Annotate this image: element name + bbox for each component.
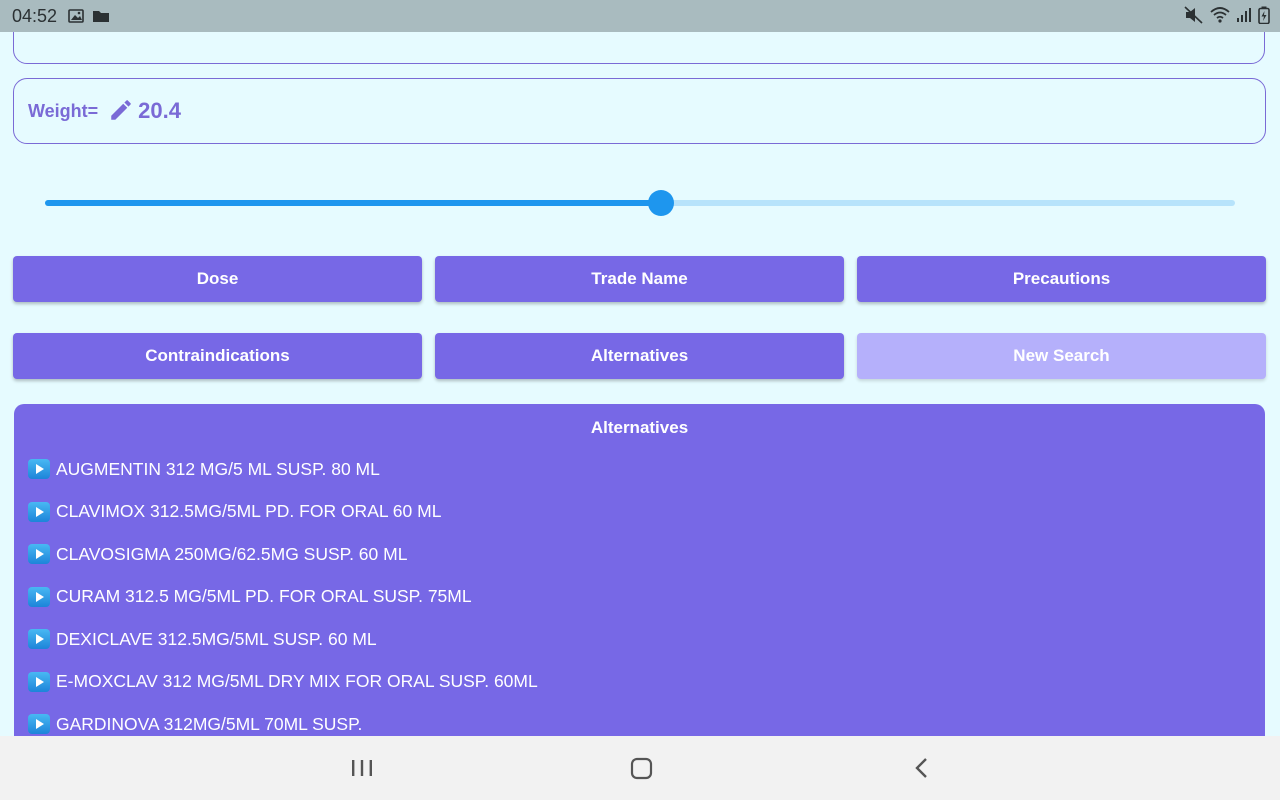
alternatives-panel: Alternatives AUGMENTIN 312 MG/5 ML SUSP.…	[14, 404, 1265, 736]
folder-icon	[92, 8, 110, 29]
weight-label: Weight=	[28, 100, 99, 121]
play-icon	[28, 544, 50, 565]
play-icon	[28, 501, 50, 522]
dose-button[interactable]: Dose	[13, 256, 422, 302]
slider-fill	[45, 200, 662, 206]
alternatives-button[interactable]: Alternatives	[435, 333, 844, 379]
list-item: DEXICLAVE 312.5MG/5ML SUSP. 60 ML	[28, 618, 1265, 661]
mute-icon	[1184, 6, 1204, 29]
image-icon	[68, 8, 84, 29]
list-item: E-MOXCLAV 312 MG/5ML DRY MIX FOR ORAL SU…	[28, 661, 1265, 704]
trade-name-button[interactable]: Trade Name	[435, 256, 844, 302]
alternatives-list: AUGMENTIN 312 MG/5 ML SUSP. 80 ML CLAVIM…	[14, 448, 1265, 736]
list-item-label: CLAVIMOX 312.5MG/5ML PD. FOR ORAL 60 ML	[56, 501, 442, 522]
battery-icon	[1258, 6, 1270, 29]
slider-thumb[interactable]	[648, 190, 675, 216]
weight-slider[interactable]	[45, 190, 1235, 216]
weight-field[interactable]: Weight= 20.4	[13, 78, 1266, 144]
list-item: CLAVIMOX 312.5MG/5ML PD. FOR ORAL 60 ML	[28, 491, 1265, 534]
play-icon	[28, 671, 50, 692]
weight-value: 20.4	[138, 98, 181, 123]
precautions-button[interactable]: Precautions	[857, 256, 1266, 302]
contraindications-button[interactable]: Contraindications	[13, 333, 422, 379]
list-item-label: AUGMENTIN 312 MG/5 ML SUSP. 80 ML	[56, 458, 380, 479]
alternatives-title: Alternatives	[590, 418, 689, 437]
recent-apps-icon[interactable]	[350, 754, 374, 787]
list-item-label: CLAVOSIGMA 250MG/62.5MG SUSP. 60 ML	[56, 543, 408, 564]
signal-icon	[1236, 6, 1252, 29]
navigation-bar	[0, 736, 1280, 800]
list-item-label: GARDINOVA 312MG/5ML 70ML SUSP.	[56, 713, 363, 734]
app-content: Weight= 20.4 Dose Trade Name Precautions…	[0, 32, 1280, 736]
list-item-label: DEXICLAVE 312.5MG/5ML SUSP. 60 ML	[56, 628, 377, 649]
status-time: 04:52	[12, 6, 58, 26]
play-icon	[28, 714, 50, 735]
play-icon	[28, 629, 50, 650]
previous-field-card	[13, 32, 1265, 64]
list-item: CLAVOSIGMA 250MG/62.5MG SUSP. 60 ML	[28, 533, 1265, 576]
list-item: CURAM 312.5 MG/5ML PD. FOR ORAL SUSP. 75…	[28, 576, 1265, 619]
list-item-label: E-MOXCLAV 312 MG/5ML DRY MIX FOR ORAL SU…	[56, 671, 538, 692]
list-item: AUGMENTIN 312 MG/5 ML SUSP. 80 ML	[28, 448, 1265, 491]
wifi-icon	[1210, 6, 1230, 29]
play-icon	[28, 459, 50, 480]
back-icon[interactable]	[910, 754, 934, 787]
new-search-button[interactable]: New Search	[857, 333, 1266, 379]
list-item: GARDINOVA 312MG/5ML 70ML SUSP.	[28, 703, 1265, 736]
pencil-icon[interactable]	[108, 97, 134, 128]
list-item-label: CURAM 312.5 MG/5ML PD. FOR ORAL SUSP. 75…	[56, 586, 472, 607]
play-icon	[28, 586, 50, 607]
home-icon[interactable]	[629, 754, 655, 787]
status-bar: 04:52	[0, 0, 1280, 32]
